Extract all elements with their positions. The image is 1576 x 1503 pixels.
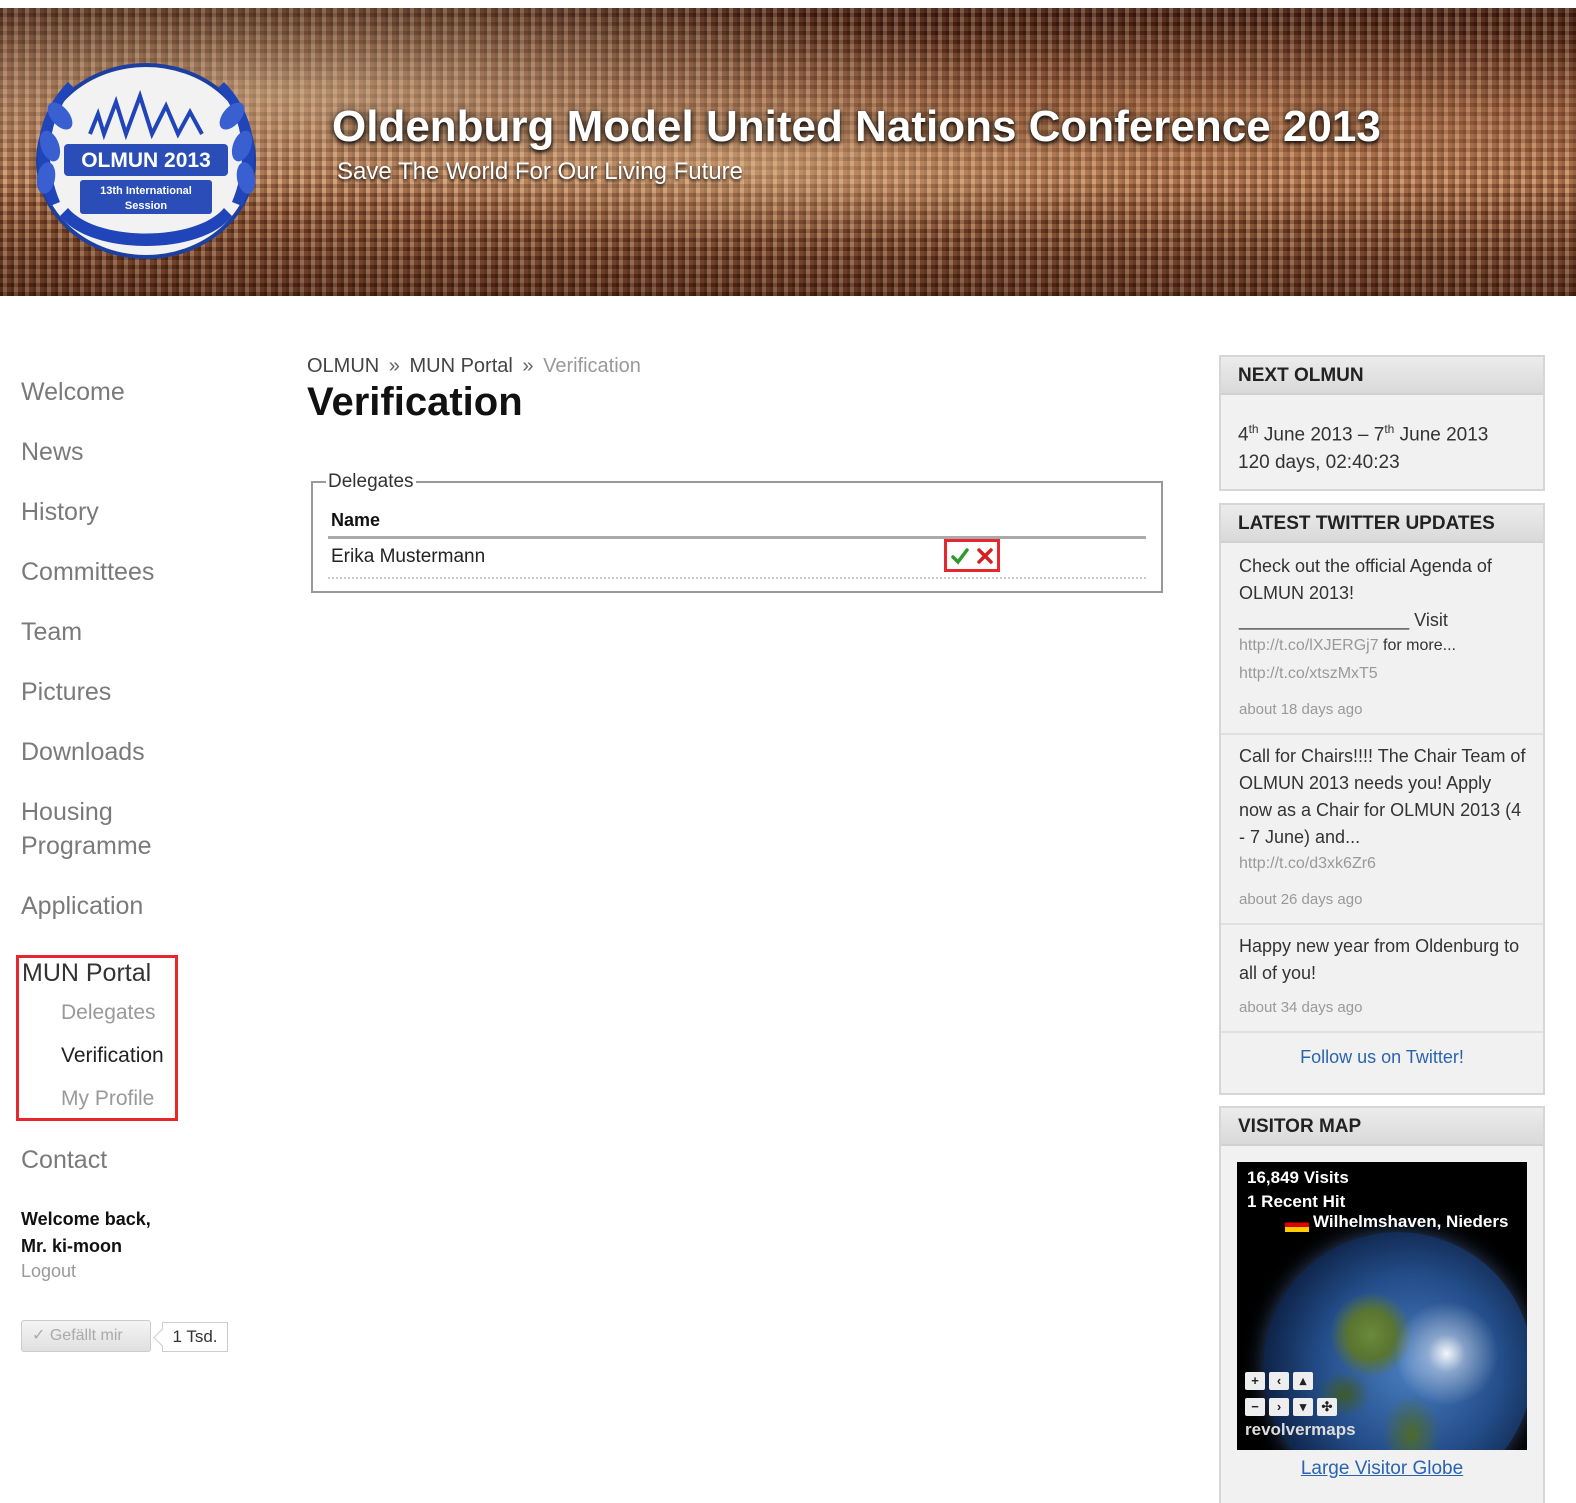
facebook-like-count: 1 Tsd. bbox=[162, 1322, 228, 1352]
page-title: Verification bbox=[307, 380, 523, 424]
recent-hit: 1 Recent Hit bbox=[1247, 1192, 1346, 1211]
nav-item-housing-programme[interactable]: Housing Programme bbox=[21, 795, 171, 863]
tweet-link[interactable]: http://t.co/lXJERGj7 bbox=[1239, 637, 1379, 654]
svg-text:Session: Session bbox=[125, 200, 167, 212]
header-divider bbox=[328, 536, 1146, 539]
tweet-text: Check out the official Agenda of OLMUN 2… bbox=[1239, 556, 1492, 603]
tweet-link[interactable]: http://t.co/xtszMxT5 bbox=[1239, 665, 1378, 683]
rotate-left-icon[interactable]: ‹ bbox=[1269, 1372, 1289, 1390]
large-visitor-globe-link[interactable]: Large Visitor Globe bbox=[1221, 1458, 1543, 1480]
tweet-time[interactable]: about 34 days ago bbox=[1239, 999, 1362, 1016]
zoom-out-icon[interactable]: − bbox=[1245, 1398, 1265, 1416]
nav-item-downloads[interactable]: Downloads bbox=[21, 735, 221, 769]
nav-item-welcome[interactable]: Welcome bbox=[21, 375, 221, 409]
globe-image bbox=[1263, 1232, 1527, 1450]
nav-subitem-verification[interactable]: Verification bbox=[61, 1044, 164, 1068]
widget-title: NEXT OLMUN bbox=[1221, 357, 1543, 395]
rotate-up-icon[interactable]: ▴ bbox=[1293, 1372, 1313, 1390]
row-divider bbox=[328, 577, 1146, 579]
rotate-right-icon[interactable]: › bbox=[1269, 1398, 1289, 1416]
welcome-line: Welcome back, bbox=[21, 1209, 151, 1229]
tweet-item: Call for Chairs!!!! The Chair Team of OL… bbox=[1221, 735, 1543, 925]
next-olmun-widget: NEXT OLMUN 4th June 2013 – 7th June 2013… bbox=[1219, 355, 1545, 491]
nav-item-history[interactable]: History bbox=[21, 495, 221, 529]
header-banner: OLMUN 2013 13th International Session Ol… bbox=[0, 8, 1576, 296]
approve-check-icon[interactable] bbox=[950, 546, 970, 566]
fieldset-legend: Delegates bbox=[326, 471, 416, 493]
nav-item-pictures[interactable]: Pictures bbox=[21, 675, 221, 709]
widget-title: VISITOR MAP bbox=[1221, 1108, 1543, 1146]
tweet-time[interactable]: about 26 days ago bbox=[1239, 891, 1362, 908]
tweet-text-line: _________________ Visit bbox=[1239, 610, 1448, 630]
breadcrumb-separator: » bbox=[388, 355, 400, 377]
countdown: 120 days, 02:40:23 bbox=[1238, 452, 1400, 474]
breadcrumb-current: Verification bbox=[543, 355, 641, 377]
nav-item-application[interactable]: Application bbox=[21, 889, 221, 923]
nav-item-news[interactable]: News bbox=[21, 435, 221, 469]
reset-view-icon[interactable]: ✣ bbox=[1317, 1398, 1337, 1416]
column-header-name: Name bbox=[331, 510, 381, 530]
follow-twitter-link[interactable]: Follow us on Twitter! bbox=[1221, 1047, 1543, 1068]
facebook-like-button[interactable]: ✓ Gefällt mir bbox=[21, 1320, 151, 1352]
breadcrumb-mun-portal[interactable]: MUN Portal bbox=[409, 355, 512, 377]
germany-flag-icon bbox=[1285, 1218, 1309, 1232]
rotate-down-icon[interactable]: ▾ bbox=[1293, 1398, 1313, 1416]
reject-cross-icon[interactable] bbox=[975, 546, 995, 566]
nav-item-mun-portal[interactable]: MUN Portal bbox=[22, 957, 151, 989]
nav-subitem-delegates[interactable]: Delegates bbox=[61, 1001, 156, 1025]
twitter-widget: LATEST TWITTER UPDATES Check out the off… bbox=[1219, 503, 1545, 1095]
widget-title: LATEST TWITTER UPDATES bbox=[1221, 505, 1543, 543]
tweet-text: Happy new year from Oldenburg to all of … bbox=[1239, 936, 1520, 983]
breadcrumb: OLMUN » MUN Portal » Verification bbox=[307, 355, 641, 378]
olmun-logo[interactable]: OLMUN 2013 13th International Session bbox=[20, 56, 272, 266]
svg-text:OLMUN 2013: OLMUN 2013 bbox=[81, 149, 211, 172]
visit-count: 16,849 Visits bbox=[1247, 1168, 1349, 1187]
site-title: Oldenburg Model United Nations Conferenc… bbox=[332, 102, 1381, 151]
delegate-name-cell: Erika Mustermann bbox=[331, 546, 486, 567]
breadcrumb-olmun[interactable]: OLMUN bbox=[307, 355, 379, 377]
tweet-link-row: http://t.co/lXJERGj7 for more... bbox=[1239, 637, 1456, 654]
next-olmun-dates: 4th June 2013 – 7th June 2013 120 days, … bbox=[1238, 415, 1488, 477]
nav-subitem-my-profile[interactable]: My Profile bbox=[61, 1087, 154, 1111]
nav-item-contact[interactable]: Contact bbox=[21, 1146, 107, 1175]
tweet-item: Happy new year from Oldenburg to all of … bbox=[1221, 925, 1543, 1033]
svg-text:13th International: 13th International bbox=[100, 185, 192, 197]
site-subtitle: Save The World For Our Living Future bbox=[337, 158, 743, 185]
visitor-location: Wilhelmshaven, Nieders bbox=[1313, 1212, 1509, 1231]
tweet-item: Check out the official Agenda of OLMUN 2… bbox=[1221, 545, 1543, 735]
main-navigation: Welcome News History Committees Team Pic… bbox=[21, 375, 221, 949]
logout-link[interactable]: Logout bbox=[21, 1261, 76, 1282]
visitor-map-widget: VISITOR MAP 16,849 Visits 1 Recent Hit W… bbox=[1219, 1106, 1545, 1503]
nav-item-team[interactable]: Team bbox=[21, 615, 221, 649]
tweet-time[interactable]: about 18 days ago bbox=[1239, 701, 1362, 718]
welcome-user: Mr. ki-moon bbox=[21, 1236, 123, 1256]
revolvermaps-brand: revolvermaps bbox=[1245, 1420, 1356, 1439]
nav-item-committees[interactable]: Committees bbox=[21, 555, 221, 589]
visitor-globe[interactable]: 16,849 Visits 1 Recent Hit Wilhelmshaven… bbox=[1237, 1162, 1527, 1450]
breadcrumb-separator: » bbox=[522, 355, 534, 377]
zoom-in-icon[interactable]: + bbox=[1245, 1372, 1265, 1390]
welcome-message: Welcome back, Mr. ki-moon bbox=[21, 1206, 151, 1260]
tweet-text: Call for Chairs!!!! The Chair Team of OL… bbox=[1239, 746, 1526, 847]
tweet-link[interactable]: http://t.co/d3xk6Zr6 bbox=[1239, 855, 1376, 873]
